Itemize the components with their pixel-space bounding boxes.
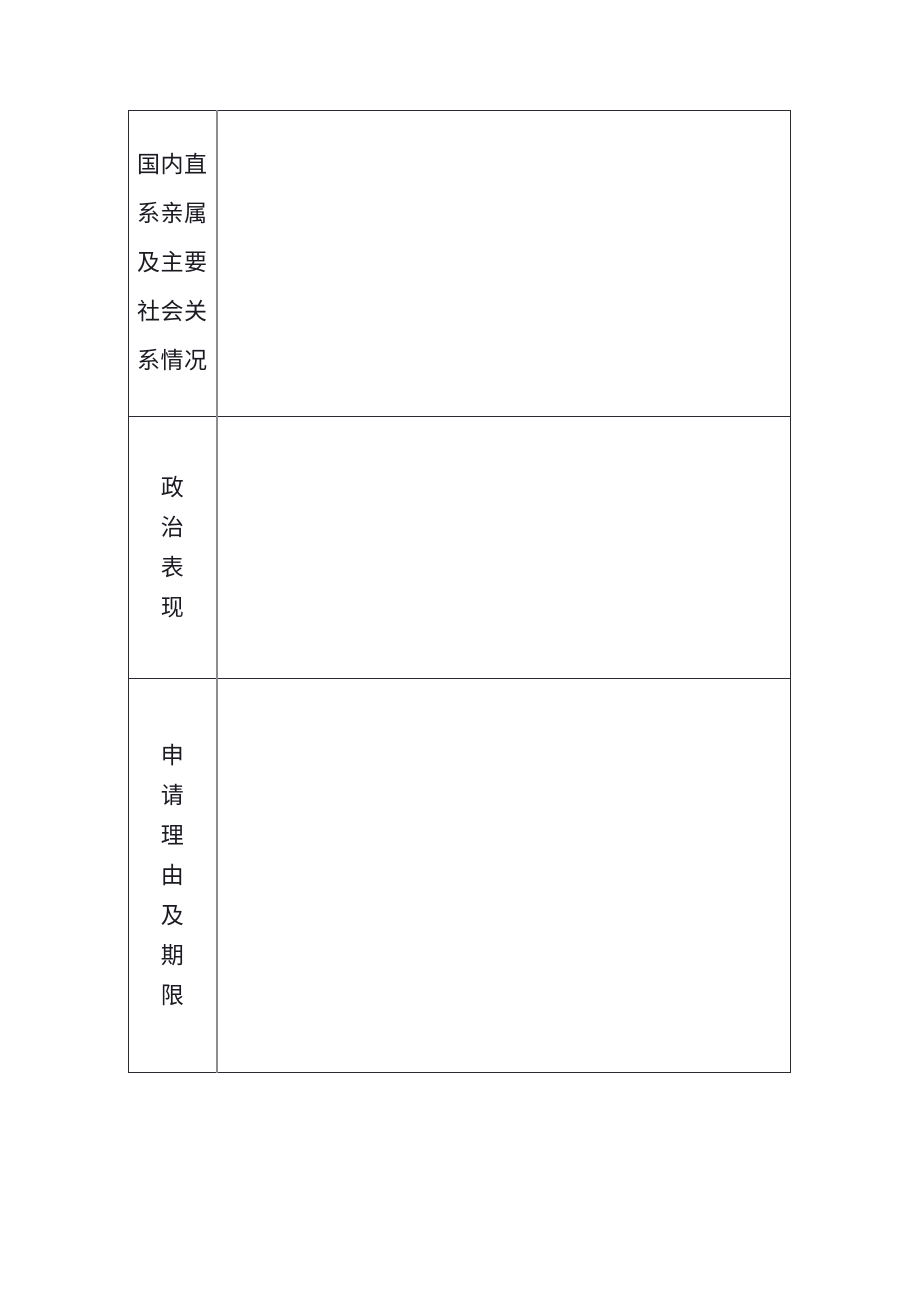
row-label-domestic-relatives: 国内直 系亲属 及主要 社会关 系情况 — [128, 110, 218, 417]
table-row-political-performance: 政 治 表 现 — [128, 416, 791, 679]
table-row-domestic-relatives: 国内直 系亲属 及主要 社会关 系情况 — [128, 110, 791, 417]
row-content-political-performance[interactable] — [216, 416, 791, 679]
row-label-political-performance-text: 政 治 表 现 — [160, 474, 184, 621]
row-content-domestic-relatives-value[interactable] — [218, 111, 791, 416]
row-content-application-reason[interactable] — [216, 678, 791, 1073]
form-table-body: 国内直 系亲属 及主要 社会关 系情况 政 治 表 现 申 请 理 由 及 期 … — [128, 110, 791, 1073]
row-content-domestic-relatives[interactable] — [216, 110, 791, 417]
table-row-application-reason: 申 请 理 由 及 期 限 — [128, 678, 791, 1073]
row-label-application-reason-text: 申 请 理 由 及 期 限 — [160, 742, 184, 1009]
row-label-political-performance: 政 治 表 现 — [128, 416, 218, 679]
row-content-political-performance-value[interactable] — [218, 417, 791, 678]
document-page: 国内直 系亲属 及主要 社会关 系情况 政 治 表 现 申 请 理 由 及 期 … — [0, 0, 920, 1301]
row-content-application-reason-value[interactable] — [218, 679, 791, 1072]
row-label-domestic-relatives-text: 国内直 系亲属 及主要 社会关 系情况 — [137, 152, 208, 374]
row-label-application-reason: 申 请 理 由 及 期 限 — [128, 678, 218, 1073]
application-form-table: 国内直 系亲属 及主要 社会关 系情况 政 治 表 现 申 请 理 由 及 期 … — [128, 110, 791, 1073]
